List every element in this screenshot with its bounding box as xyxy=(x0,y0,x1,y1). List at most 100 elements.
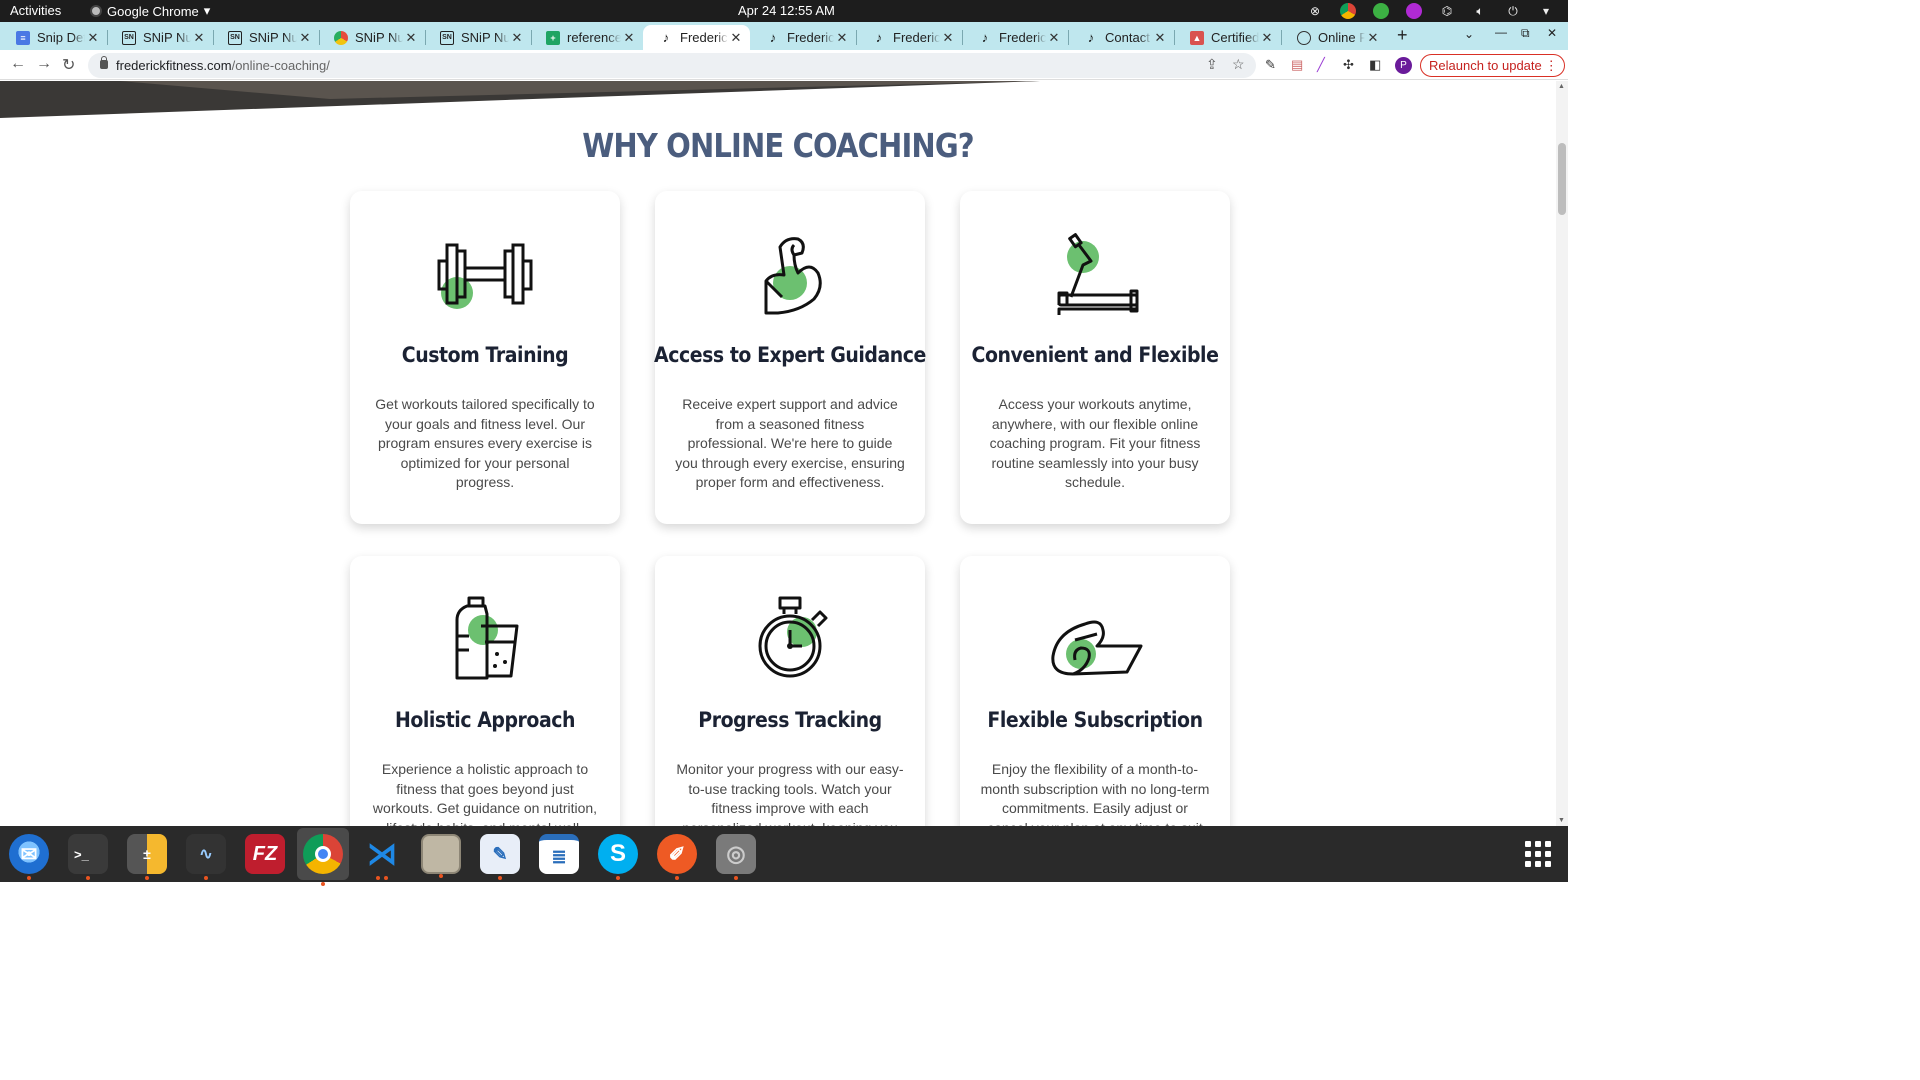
close-icon[interactable]: ✕ xyxy=(728,30,744,46)
text-editor-icon[interactable]: ✎ xyxy=(480,834,520,880)
disk-icon[interactable]: ◎ xyxy=(716,834,756,880)
page-scrollbar[interactable]: ▲ ▼ xyxy=(1556,81,1568,826)
tab[interactable]: ♪ Contact -✕ xyxy=(1068,25,1175,50)
profile-avatar[interactable]: P xyxy=(1395,57,1412,74)
close-icon[interactable]: ✕ xyxy=(1259,30,1275,46)
tab-title: Contact - xyxy=(1105,30,1152,45)
tab[interactable]: Online Fit✕ xyxy=(1281,25,1387,50)
vscode-icon[interactable]: ⋊ xyxy=(362,834,402,880)
tab[interactable]: ▲ Certified ✕ xyxy=(1174,25,1282,50)
tab[interactable]: SN SNiP Nutrition✕ xyxy=(212,25,320,50)
show-apps-grid-icon[interactable] xyxy=(1525,841,1551,867)
feature-card-holistic-approach: Holistic Approach Experience a holistic … xyxy=(350,556,620,826)
close-icon[interactable]: ✕ xyxy=(1152,30,1168,46)
forward-arrow-icon[interactable]: → xyxy=(36,55,52,73)
app-tray-icon[interactable] xyxy=(1406,3,1422,19)
pen-extension-icon[interactable]: ╱ xyxy=(1317,57,1325,73)
restore-icon[interactable]: ⧉ xyxy=(1521,26,1530,41)
files-icon[interactable] xyxy=(421,834,461,878)
chevron-down-icon[interactable]: ▾ xyxy=(1538,3,1554,19)
puzzle-extensions-icon[interactable]: ✣ xyxy=(1343,57,1354,73)
close-icon[interactable]: ✕ xyxy=(403,30,419,46)
tab-active[interactable]: ♪ Frederick✕ xyxy=(643,25,750,50)
eyedropper-extension-icon[interactable]: ✎ xyxy=(1265,57,1276,73)
close-icon[interactable]: ✕ xyxy=(1046,30,1062,46)
tab-title: SNiP Nutrition xyxy=(355,30,403,45)
kebab-menu-icon[interactable]: ⋮ xyxy=(1545,55,1558,76)
treadmill-icon xyxy=(1045,231,1145,317)
url-text[interactable]: frederickfitness.com/online-coaching/ xyxy=(116,58,330,73)
frederick-icon: ♪ xyxy=(875,30,883,45)
system-tray: ⊗ ⌬ 🔈︎ ⏻ ▾ xyxy=(1307,3,1554,19)
close-icon[interactable]: ✕ xyxy=(85,30,101,46)
window-close-icon[interactable]: ✕ xyxy=(1547,26,1557,40)
chevron-down-icon: ▾ xyxy=(203,3,211,18)
sheets-icon: + xyxy=(546,30,560,45)
close-icon[interactable]: ✕ xyxy=(621,30,637,46)
relaunch-to-update-button[interactable]: Relaunch to update ⋮ xyxy=(1420,54,1565,77)
tab[interactable]: ♪ Frederick✕ xyxy=(962,25,1069,50)
tab-title: SNiP Nutrition xyxy=(249,30,297,45)
bookmark-star-icon[interactable]: ☆ xyxy=(1232,56,1245,73)
close-icon[interactable]: ✕ xyxy=(834,30,850,46)
tab[interactable]: SN SNiP Nutrition✕ xyxy=(424,25,532,50)
extension-icon[interactable]: ▤ xyxy=(1291,57,1303,73)
share-icon[interactable]: ⇪ xyxy=(1206,56,1218,73)
close-icon[interactable]: ✕ xyxy=(191,30,207,46)
tab[interactable]: SN SNiP Nutrition✕ xyxy=(106,25,214,50)
tab-title: SNiP Nutrition xyxy=(461,30,509,45)
chrome-dock-item[interactable] xyxy=(297,828,349,886)
url-domain: frederickfitness.com xyxy=(116,58,232,73)
back-arrow-icon[interactable]: ← xyxy=(10,55,26,73)
new-tab-button[interactable]: + xyxy=(1397,25,1408,46)
calculator-icon[interactable]: ± xyxy=(127,834,167,880)
scrollbar-thumb[interactable] xyxy=(1558,143,1566,215)
clock[interactable]: Apr 24 12:55 AM xyxy=(738,3,835,18)
system-top-bar: Activities Google Chrome ▾ Apr 24 12:55 … xyxy=(0,0,1568,22)
scroll-down-icon[interactable]: ▼ xyxy=(1558,817,1565,824)
tab[interactable]: ♪ Frederick✕ xyxy=(750,25,857,50)
feature-card-expert-guidance: Access to Expert Guidance Receive expert… xyxy=(654,191,926,524)
dock: ✉ >_ ± ∿ FZ ⋊ ✎ ≣ S ✐ ◎ xyxy=(0,826,1568,886)
address-bar[interactable]: frederickfitness.com/online-coaching/ ⇪ … xyxy=(88,53,1256,78)
chrome-app-icon xyxy=(90,5,102,17)
chrome-tray-icon[interactable] xyxy=(1340,3,1356,19)
close-icon[interactable]: ✕ xyxy=(509,30,525,46)
activities-button[interactable]: Activities xyxy=(10,3,61,18)
shield-check-icon[interactable] xyxy=(1373,3,1389,19)
close-icon[interactable]: ✕ xyxy=(1365,30,1381,46)
scroll-up-icon[interactable]: ▲ xyxy=(1558,83,1565,90)
tab-strip: ≡Snip Details✕ SNSNiP Nutrition✕ SNSNiP … xyxy=(0,22,1568,50)
section-title: WHY ONLINE COACHING? xyxy=(582,126,974,165)
side-panel-icon[interactable]: ◧ xyxy=(1369,57,1381,73)
volume-icon[interactable]: 🔈︎ xyxy=(1472,3,1488,19)
writer-icon[interactable]: ≣ xyxy=(539,834,579,874)
page-viewport: WHY ONLINE COACHING? Custom Training Get… xyxy=(0,81,1556,826)
close-icon[interactable]: ✕ xyxy=(940,30,956,46)
power-icon[interactable]: ⏻ xyxy=(1505,3,1521,19)
tab-title: Online Fit xyxy=(1318,30,1365,45)
app-name-label: Google Chrome xyxy=(107,3,199,19)
reload-icon[interactable]: ↻ xyxy=(62,55,75,75)
pencil-app-icon[interactable]: ✐ xyxy=(657,834,697,880)
tab[interactable]: ♪ Frederick✕ xyxy=(856,25,963,50)
update-icon[interactable]: ⊗ xyxy=(1307,3,1323,19)
app-menu[interactable]: Google Chrome ▾ xyxy=(90,3,210,19)
card-text: Experience a holistic approach to fitnes… xyxy=(372,761,598,826)
tab[interactable]: ≡ Snip Details✕ xyxy=(0,25,108,50)
tab[interactable]: SNiP Nutrition✕ xyxy=(318,25,426,50)
tab[interactable]: + reference ✕ xyxy=(530,25,643,50)
system-monitor-icon[interactable]: ∿ xyxy=(186,834,226,880)
tab-title: reference xyxy=(567,30,621,45)
skype-icon[interactable]: S xyxy=(598,834,638,880)
close-icon[interactable]: ✕ xyxy=(297,30,313,46)
thunderbird-icon[interactable]: ✉ xyxy=(9,834,49,880)
feature-card-convenient-flexible: Convenient and Flexible Access your work… xyxy=(960,191,1230,524)
filezilla-icon[interactable]: FZ xyxy=(245,834,285,874)
terminal-icon[interactable]: >_ xyxy=(68,834,108,880)
minimize-icon[interactable]: — xyxy=(1495,25,1507,39)
tab-search-icon[interactable]: ⌄ xyxy=(1464,27,1474,41)
tab-title: Snip Details xyxy=(37,30,85,45)
network-icon[interactable]: ⌬ xyxy=(1439,3,1455,19)
lock-icon[interactable] xyxy=(100,56,108,69)
